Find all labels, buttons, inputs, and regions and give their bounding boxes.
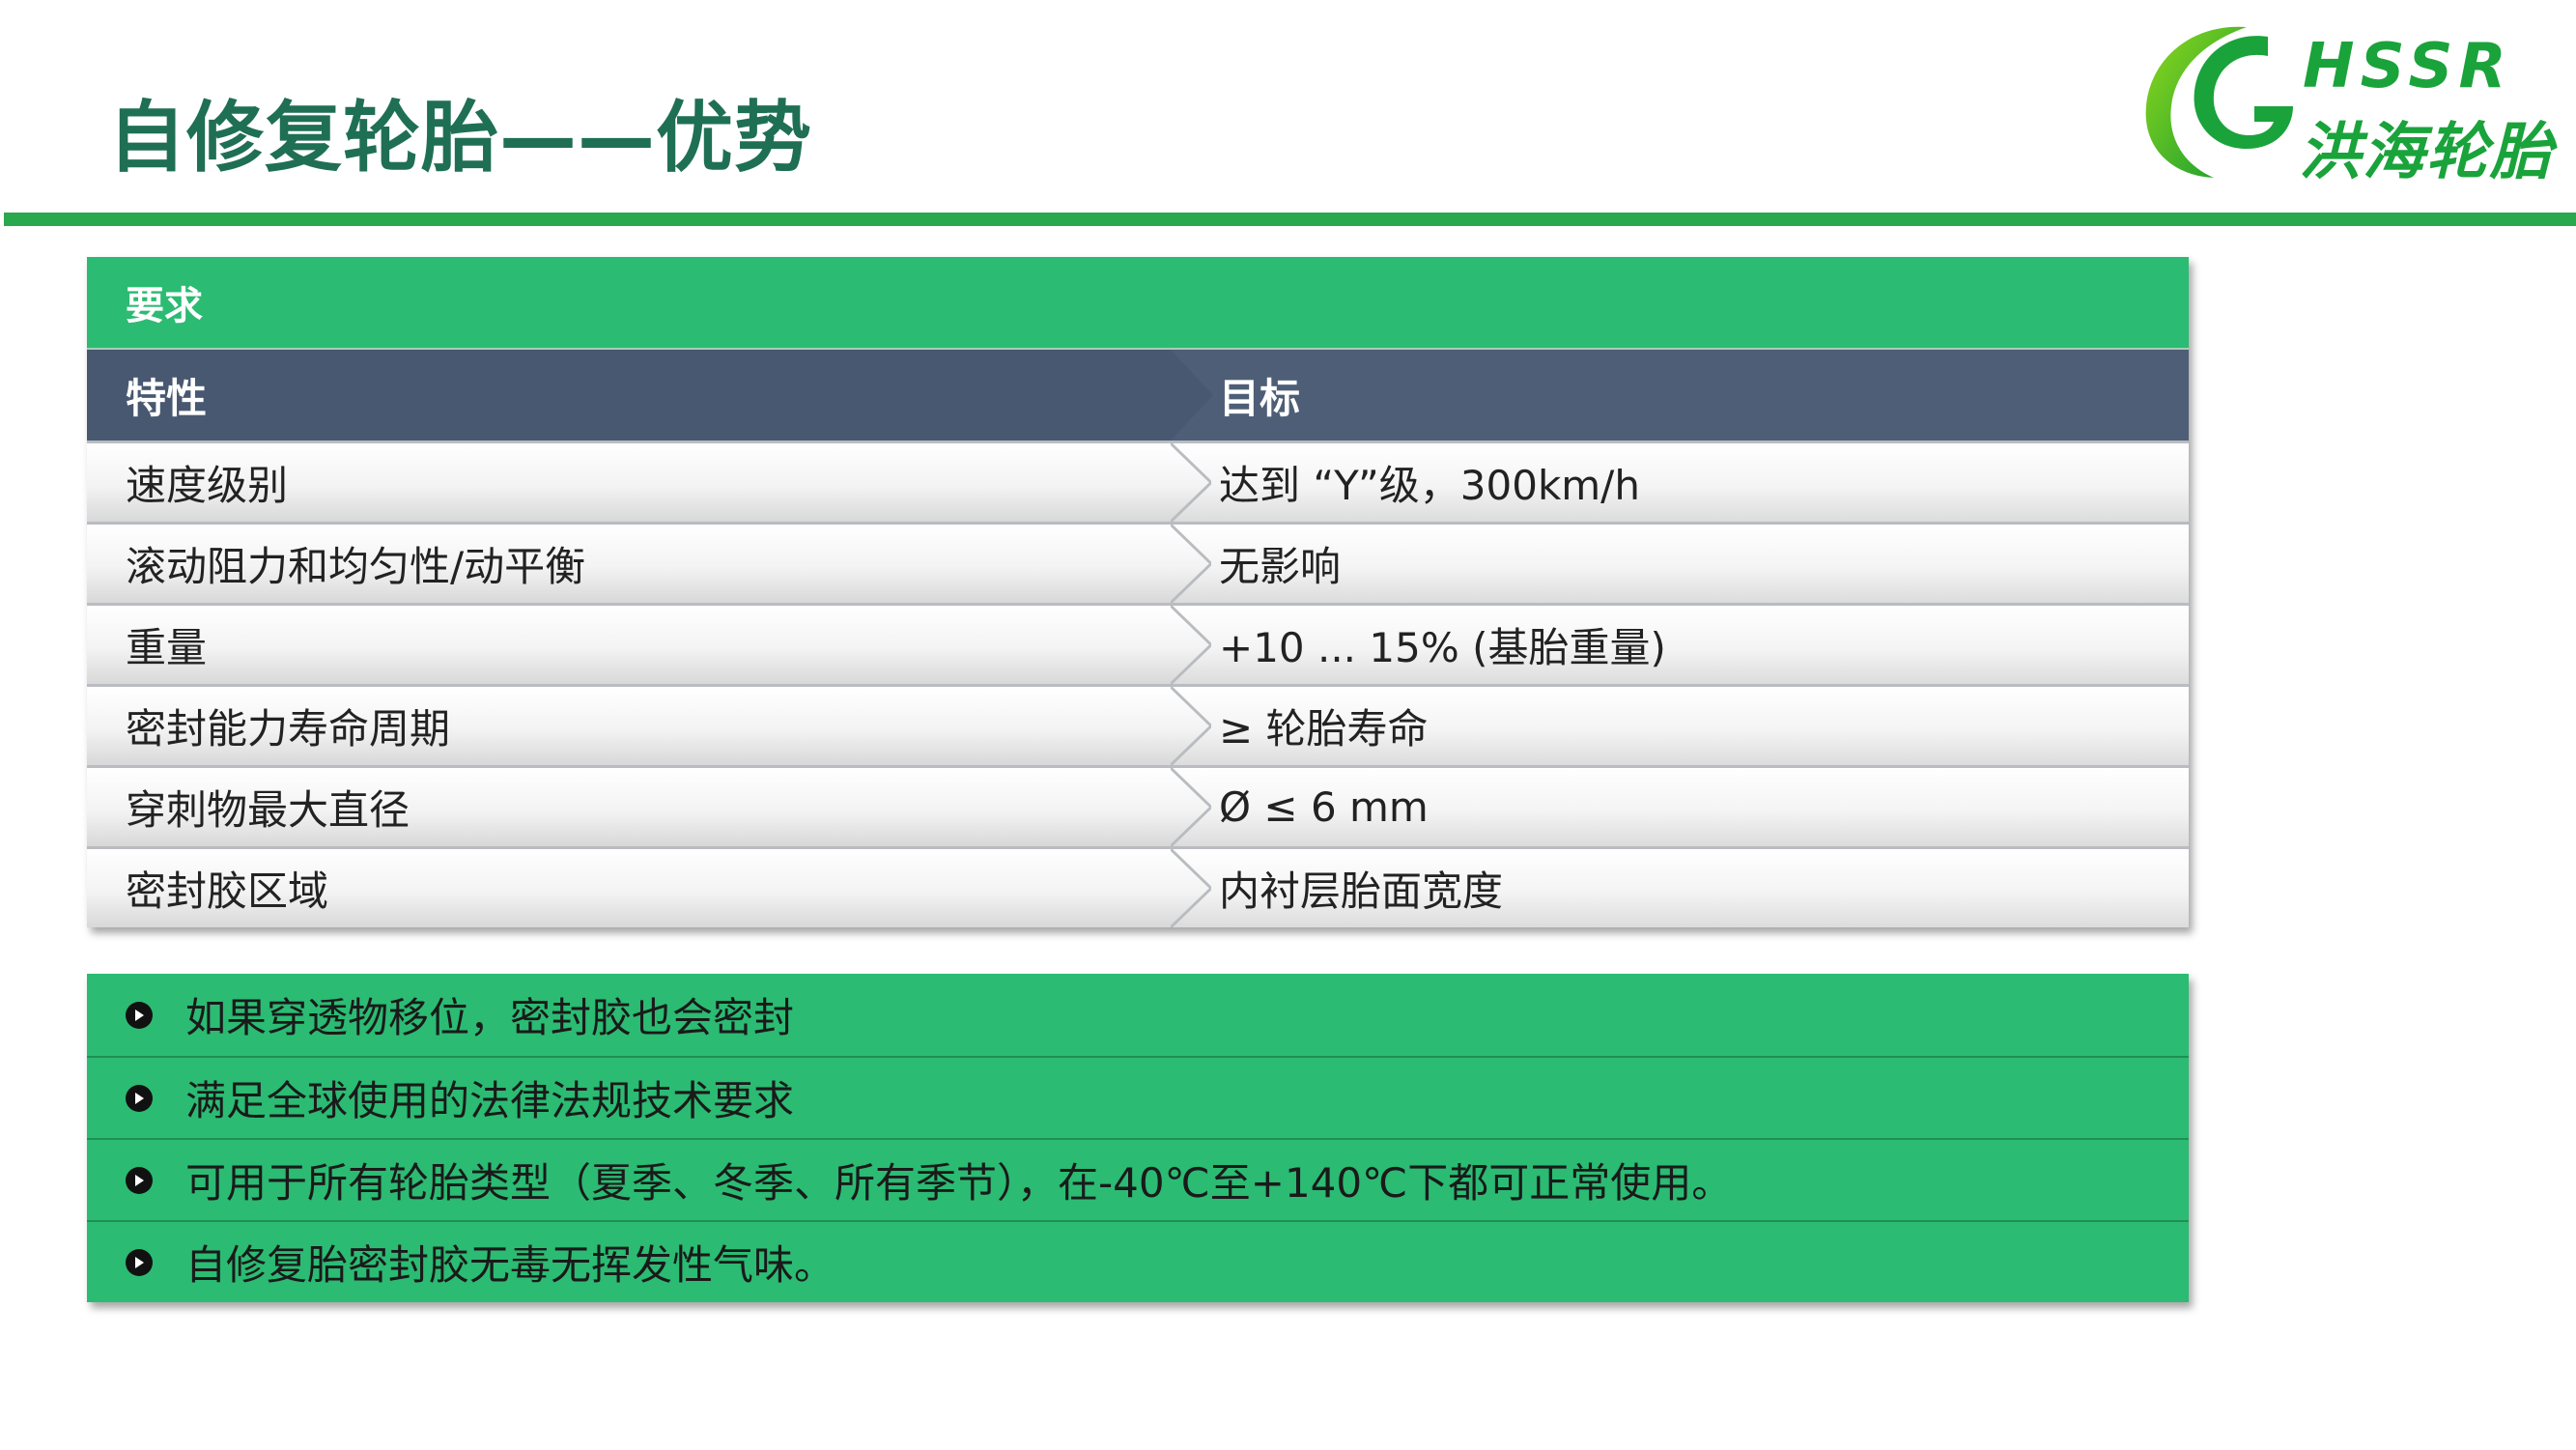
- property-cell: 穿刺物最大直径: [126, 786, 410, 834]
- benefit-text: 自修复胎密封胶无毒无挥发性气味。: [185, 1241, 835, 1289]
- list-item: 自修复胎密封胶无毒无挥发性气味。: [87, 1220, 2189, 1302]
- chevron-right-icon: [1171, 443, 1211, 522]
- circle-play-bullet-icon: [126, 1084, 153, 1112]
- table-row: 滚动阻力和均匀性/动平衡 无影响: [87, 522, 2189, 603]
- column-header-row: 特性 目标: [87, 348, 2189, 441]
- benefit-text: 满足全球使用的法律法规技术要求: [185, 1077, 795, 1124]
- title-divider: [4, 213, 2576, 226]
- logo-latin-text: HSSR: [2303, 31, 2512, 102]
- benefit-text: 如果穿透物移位，密封胶也会密封: [185, 994, 795, 1041]
- table-row: 密封胶区域 内衬层胎面宽度: [87, 846, 2189, 927]
- target-cell: +10 ... 15% (基胎重量): [1219, 624, 1666, 671]
- circle-play-bullet-icon: [126, 1001, 153, 1029]
- table-row: 速度级别 达到 “Y”级，300km/h: [87, 441, 2189, 522]
- logo-chinese-text: 洪海轮胎: [2299, 117, 2554, 188]
- chevron-right-icon: [1171, 687, 1211, 765]
- hssr-logo-icon: [2145, 26, 2293, 179]
- table-row: 重量 +10 ... 15% (基胎重量): [87, 603, 2189, 684]
- chevron-right-icon: [1171, 768, 1211, 846]
- requirements-header: 要求: [87, 257, 2189, 348]
- circle-play-bullet-icon: [126, 1166, 153, 1194]
- page-title: 自修复轮胎——优势: [108, 93, 812, 183]
- chevron-right-icon: [1171, 849, 1211, 927]
- property-column-header: 特性: [87, 350, 1213, 441]
- benefits-list: 如果穿透物移位，密封胶也会密封 满足全球使用的法律法规技术要求 可用于所有轮胎类…: [87, 974, 2189, 1302]
- requirements-table: 要求 特性 目标 速度级别 达到 “Y”级，300km/h 滚动阻力和均匀性/动…: [87, 257, 2189, 927]
- table-row: 穿刺物最大直径 Ø ≤ 6 mm: [87, 765, 2189, 846]
- target-cell: ≥ 轮胎寿命: [1219, 705, 1429, 753]
- property-cell: 速度级别: [126, 462, 289, 509]
- property-cell: 密封胶区域: [126, 867, 329, 915]
- list-item: 满足全球使用的法律法规技术要求: [87, 1056, 2189, 1138]
- target-cell: 无影响: [1219, 543, 1342, 590]
- property-cell: 密封能力寿命周期: [126, 705, 451, 753]
- chevron-right-icon: [1171, 606, 1211, 684]
- target-cell: 达到 “Y”级，300km/h: [1219, 462, 1640, 509]
- chevron-right-icon: [1171, 525, 1211, 603]
- circle-play-bullet-icon: [126, 1248, 153, 1276]
- list-item: 如果穿透物移位，密封胶也会密封: [87, 974, 2189, 1056]
- property-cell: 滚动阻力和均匀性/动平衡: [126, 543, 586, 590]
- target-column-header: 目标: [1219, 374, 1301, 422]
- target-cell: 内衬层胎面宽度: [1219, 867, 1504, 915]
- chevron-right-icon: [1171, 350, 1213, 441]
- list-item: 可用于所有轮胎类型（夏季、冬季、所有季节），在-40℃至+140℃下都可正常使用…: [87, 1138, 2189, 1220]
- benefit-text: 可用于所有轮胎类型（夏季、冬季、所有季节），在-40℃至+140℃下都可正常使用…: [185, 1159, 1733, 1207]
- property-cell: 重量: [126, 624, 208, 671]
- brand-logo: HSSR 洪海轮胎: [2133, 14, 2552, 188]
- property-column-label: 特性: [126, 374, 208, 422]
- target-cell: Ø ≤ 6 mm: [1219, 783, 1429, 831]
- table-row: 密封能力寿命周期 ≥ 轮胎寿命: [87, 684, 2189, 765]
